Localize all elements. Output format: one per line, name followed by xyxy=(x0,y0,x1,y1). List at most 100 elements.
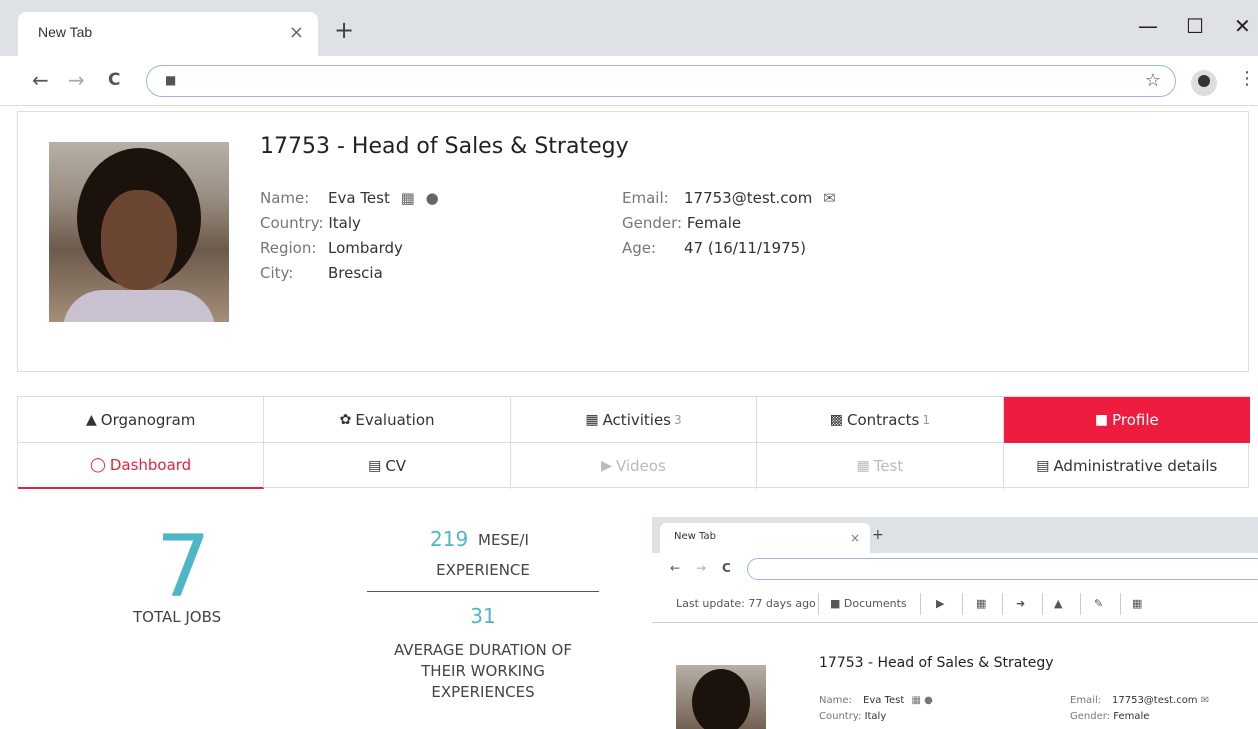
gender-label: Gender: xyxy=(622,214,683,232)
city-label: City: xyxy=(260,264,294,282)
tab-activities[interactable]: ▦ Activities 3 xyxy=(510,397,758,443)
maximize-icon[interactable]: ☐ xyxy=(1186,14,1204,38)
video-icon: ▶ xyxy=(601,458,612,474)
avg-duration-label-1: AVERAGE DURATION OF xyxy=(394,641,572,659)
tab-profile[interactable]: ■ Profile xyxy=(1003,397,1250,443)
new-tab-button[interactable]: + xyxy=(334,18,354,42)
tab-contracts[interactable]: ▩ Contracts 1 xyxy=(757,397,1004,443)
mini-tab-title: New Tab xyxy=(674,531,716,542)
mini-address-bar xyxy=(747,558,1258,580)
minimize-icon[interactable]: — xyxy=(1138,14,1158,38)
dashboard-icon: ◯ xyxy=(90,457,106,473)
mini-gender-label: Gender: xyxy=(1070,711,1111,722)
profile-card: 17753 - Head of Sales & Strategy Name: Ev… xyxy=(17,111,1249,372)
lock-icon: ■ xyxy=(165,73,177,87)
mini-calendar-icon: ▦ xyxy=(911,695,921,706)
mini-test-icon: ▦ xyxy=(976,597,987,610)
mini-gender-value: Female xyxy=(1113,711,1150,722)
experience-label: EXPERIENCE xyxy=(436,561,530,579)
tab-label: Administrative details xyxy=(1053,457,1218,475)
region-value: Lombardy xyxy=(328,239,403,257)
tab-cv[interactable]: ▤ CV xyxy=(264,443,511,489)
profile-photo xyxy=(49,142,229,322)
avg-duration-label-3: EXPERIENCES xyxy=(431,683,535,701)
mini-upload-icon: ▲ xyxy=(1054,597,1063,610)
profile-info-right: Email: 17753@test.com ✉ Gender: Female Ag… xyxy=(622,186,836,261)
award-icon: ✿ xyxy=(339,411,352,428)
calendar-icon[interactable]: ▦ xyxy=(401,189,415,207)
profile-title: 17753 - Head of Sales & Strategy xyxy=(260,134,629,159)
tab-label: Dashboard xyxy=(109,456,192,474)
address-bar[interactable]: ■ ☆ xyxy=(146,65,1176,97)
document-icon: ▤ xyxy=(1036,458,1050,474)
mini-new-tab-icon: + xyxy=(872,527,884,543)
mini-tab-bar: New Tab × + xyxy=(652,517,1258,553)
tab-videos[interactable]: ▶ Videos xyxy=(511,443,758,489)
browser-tab-bar: New Tab × + — ☐ ✕ xyxy=(0,0,1258,56)
back-icon[interactable]: ← xyxy=(32,68,49,92)
tab-label: Contracts xyxy=(847,410,920,429)
mini-chat-icon: ● xyxy=(924,695,933,706)
country-value: Italy xyxy=(328,214,361,232)
tab-dashboard[interactable]: ◯ Dashboard xyxy=(18,443,265,489)
tab-organogram[interactable]: ▲ Organogram xyxy=(18,397,265,443)
months-value: 219 xyxy=(430,527,469,551)
mail-icon[interactable]: ✉ xyxy=(823,189,836,207)
name-value: Eva Test xyxy=(328,189,390,207)
mini-name-value: Eva Test xyxy=(863,695,905,706)
profile-info-left: Name: Eva Test ▦ ● Country: Italy Region:… xyxy=(260,186,439,286)
close-window-icon[interactable]: ✕ xyxy=(1234,14,1251,38)
tab-count: 1 xyxy=(922,412,930,427)
mini-info-right: Email: 17753@test.com ✉ Gender: Female xyxy=(1070,693,1209,725)
forward-icon[interactable]: → xyxy=(68,68,85,92)
tab-title: New Tab xyxy=(38,24,93,40)
mini-country-label: Country: xyxy=(819,711,862,722)
folder-icon: ■ xyxy=(1094,411,1109,428)
mini-action-bar: Last update: 77 days ago ■ Documents ▶ ▦… xyxy=(652,587,1258,623)
mini-profile-title: 17753 - Head of Sales & Strategy xyxy=(819,655,1054,671)
region-label: Region: xyxy=(260,239,317,257)
bookmark-star-icon[interactable]: ☆ xyxy=(1145,70,1161,91)
contract-icon: ▩ xyxy=(829,411,843,428)
email-label: Email: xyxy=(622,189,669,207)
age-value: 47 (16/11/1975) xyxy=(684,239,807,257)
email-value: 17753@test.com xyxy=(684,189,813,207)
months-unit: MESE/I xyxy=(478,531,529,549)
mini-close-icon: × xyxy=(850,531,861,545)
avg-duration-label-2: THEIR WORKING xyxy=(421,662,545,680)
mini-email-value: 17753@test.com xyxy=(1112,695,1198,706)
avg-duration-value: 31 xyxy=(470,604,496,628)
city-value: Brescia xyxy=(328,264,383,282)
country-label: Country: xyxy=(260,214,324,232)
name-label: Name: xyxy=(260,189,310,207)
mini-last-update: Last update: 77 days ago xyxy=(676,597,816,610)
browser-tab[interactable]: New Tab × xyxy=(18,12,318,56)
tab-evaluation[interactable]: ✿ Evaluation xyxy=(264,397,511,443)
mini-tab: New Tab × xyxy=(660,523,870,553)
mini-email-label: Email: xyxy=(1070,695,1102,706)
mini-back-icon: ← xyxy=(670,561,681,575)
reload-icon[interactable]: C xyxy=(108,70,120,90)
total-jobs-label: TOTAL JOBS xyxy=(133,608,222,626)
mini-profile-photo xyxy=(676,665,766,729)
close-tab-icon[interactable]: × xyxy=(289,22,304,43)
browser-menu-icon[interactable]: ⋮ xyxy=(1238,68,1256,89)
tab-test[interactable]: ▦ Test xyxy=(757,443,1004,489)
cv-icon: ▤ xyxy=(368,458,382,474)
mini-documents-label: Documents xyxy=(843,597,907,610)
embedded-screenshot: New Tab × + ← → C Last update: 77 days a… xyxy=(652,517,1258,729)
tab-label: Videos xyxy=(615,457,666,475)
tab-label: Evaluation xyxy=(355,410,435,429)
browser-toolbar: ← → C ■ ☆ xyxy=(0,56,1258,106)
section-nav: ▲ Organogram ✿ Evaluation ▦ Activities 3 ▩ Co… xyxy=(17,396,1250,489)
tab-administrative-details[interactable]: ▤ Administrative details xyxy=(1004,443,1250,489)
account-avatar-icon[interactable] xyxy=(1191,70,1217,96)
mini-info-left: Name: Eva Test ▦ ● Country: Italy xyxy=(819,693,933,725)
tab-label: Organogram xyxy=(100,410,196,429)
tab-label: Activities xyxy=(602,410,671,429)
tab-label: Profile xyxy=(1112,410,1159,429)
stats-divider xyxy=(367,591,599,592)
chat-icon[interactable]: ● xyxy=(426,189,439,207)
tab-label: CV xyxy=(385,457,407,475)
test-icon: ▦ xyxy=(856,458,870,474)
